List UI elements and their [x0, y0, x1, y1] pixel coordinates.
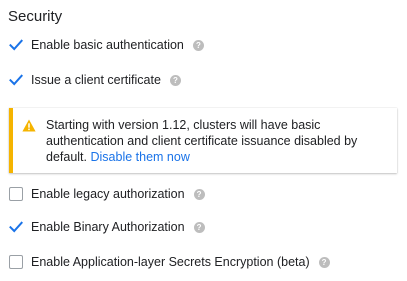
checkmark-icon	[9, 221, 23, 233]
warning-message: Starting with version 1.12, clusters wil…	[46, 117, 376, 165]
legacy-authorization-checkbox[interactable]	[9, 187, 23, 201]
checkmark-icon	[9, 74, 23, 86]
legacy-authorization-label: Enable legacy authorization	[31, 187, 185, 201]
warning-icon	[22, 119, 36, 132]
help-icon[interactable]: ?	[193, 221, 205, 233]
secrets-encryption-label: Enable Application-layer Secrets Encrypt…	[31, 255, 310, 269]
help-icon[interactable]: ?	[193, 188, 205, 200]
help-icon[interactable]: ?	[318, 256, 330, 268]
section-title: Security	[8, 8, 63, 25]
help-icon[interactable]: ?	[192, 39, 204, 51]
disable-them-now-link[interactable]: Disable them now	[91, 150, 190, 164]
option-secrets-encryption[interactable]: Enable Application-layer Secrets Encrypt…	[9, 253, 330, 271]
binary-authorization-checkbox[interactable]	[9, 220, 23, 234]
basic-auth-checkbox[interactable]	[9, 38, 23, 52]
checkmark-icon	[9, 39, 23, 51]
client-certificate-checkbox[interactable]	[9, 73, 23, 87]
secrets-encryption-checkbox[interactable]	[9, 255, 23, 269]
option-client-certificate[interactable]: Issue a client certificate ?	[9, 71, 181, 89]
help-icon[interactable]: ?	[169, 74, 181, 86]
option-basic-auth[interactable]: Enable basic authentication ?	[9, 36, 204, 54]
option-legacy-authorization[interactable]: Enable legacy authorization ?	[9, 185, 205, 203]
binary-authorization-label: Enable Binary Authorization	[31, 220, 185, 234]
basic-auth-label: Enable basic authentication	[31, 38, 184, 52]
client-certificate-label: Issue a client certificate	[31, 73, 161, 87]
warning-notice: Starting with version 1.12, clusters wil…	[9, 108, 397, 173]
option-binary-authorization[interactable]: Enable Binary Authorization ?	[9, 218, 205, 236]
